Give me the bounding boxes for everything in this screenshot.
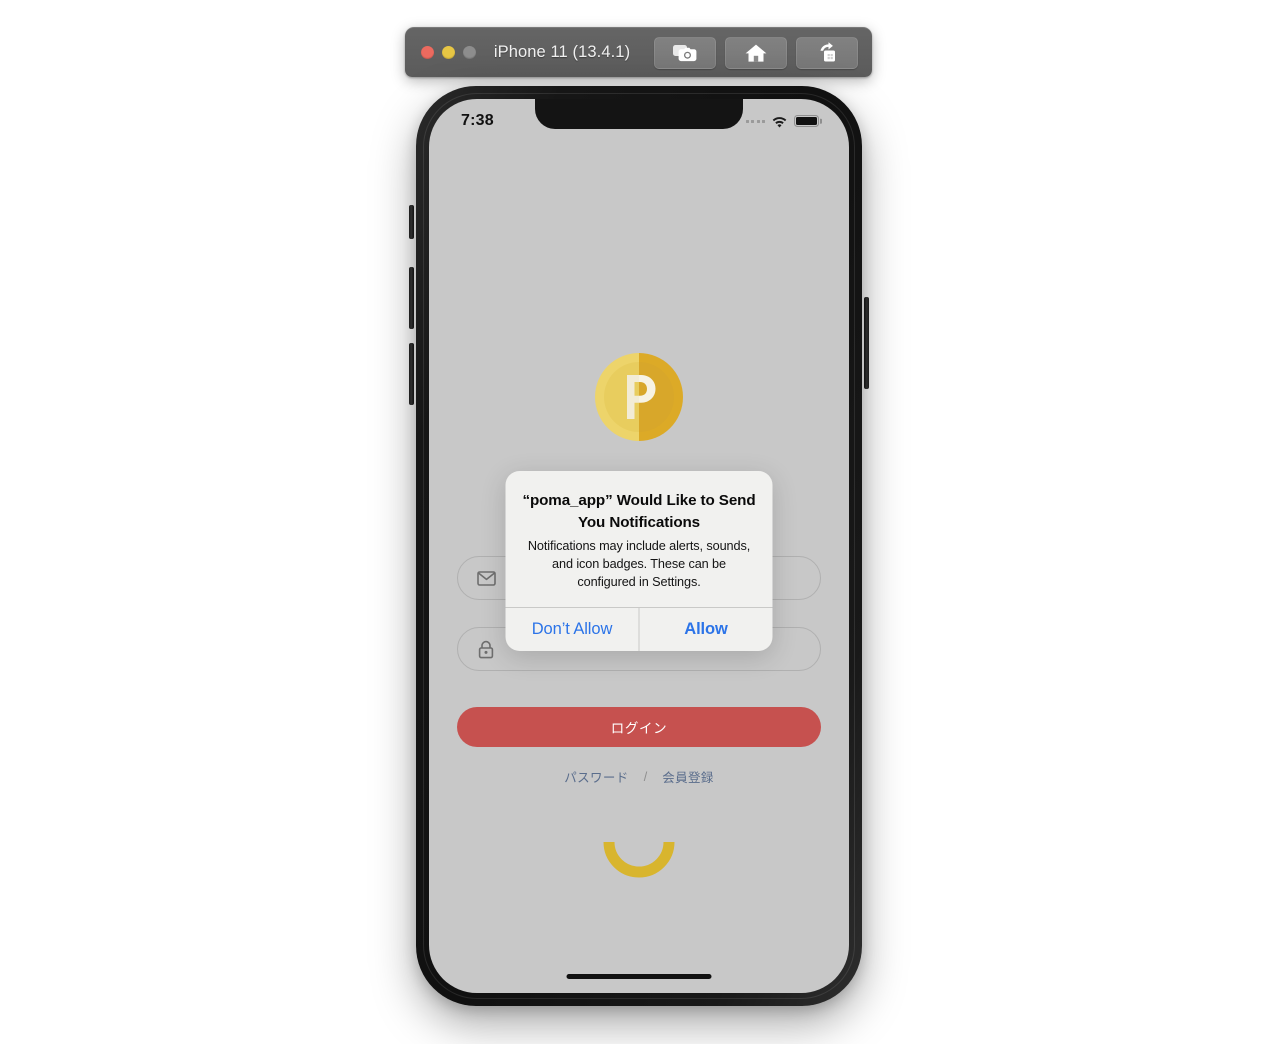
rotate-icon — [820, 41, 835, 61]
notification-permission-alert: “poma_app” Would Like to Send You Notifi… — [505, 471, 773, 651]
silent-switch[interactable] — [409, 205, 414, 239]
alert-body: “poma_app” Would Like to Send You Notifi… — [506, 471, 773, 607]
home-icon — [745, 44, 767, 62]
minimize-window-button[interactable] — [442, 46, 455, 59]
alert-actions: Don’t Allow Allow — [505, 606, 773, 651]
window-title: iPhone 11 (13.4.1) — [493, 43, 631, 61]
iphone-device-frame: 7:38 ログイン パスワード / 会員登録 “poma_app” Would … — [416, 86, 862, 1006]
close-window-button[interactable] — [421, 46, 434, 59]
simulator-window-titlebar: iPhone 11 (13.4.1) — [405, 27, 872, 77]
screenshot-root: iPhone 11 (13.4.1) 7:38 ログイン パスワード / 会員登… — [0, 0, 1280, 1044]
volume-down-button[interactable] — [409, 343, 414, 405]
rotate-button[interactable] — [796, 36, 858, 69]
alert-title: “poma_app” Would Like to Send You Notifi… — [522, 492, 756, 531]
window-controls — [421, 46, 476, 59]
allow-button[interactable]: Allow — [640, 608, 773, 651]
alert-message: Notifications may include alerts, sounds… — [527, 539, 751, 590]
screenshot-button[interactable] — [654, 36, 716, 69]
simulator-toolbar — [654, 36, 858, 69]
volume-up-button[interactable] — [409, 267, 414, 329]
screenshot-camera-icon — [673, 44, 697, 61]
alert-overlay: “poma_app” Would Like to Send You Notifi… — [429, 99, 849, 993]
power-button[interactable] — [864, 297, 869, 389]
device-screen: 7:38 ログイン パスワード / 会員登録 “poma_app” Would … — [429, 99, 849, 993]
home-button[interactable] — [725, 36, 787, 69]
dont-allow-button[interactable]: Don’t Allow — [506, 608, 639, 651]
